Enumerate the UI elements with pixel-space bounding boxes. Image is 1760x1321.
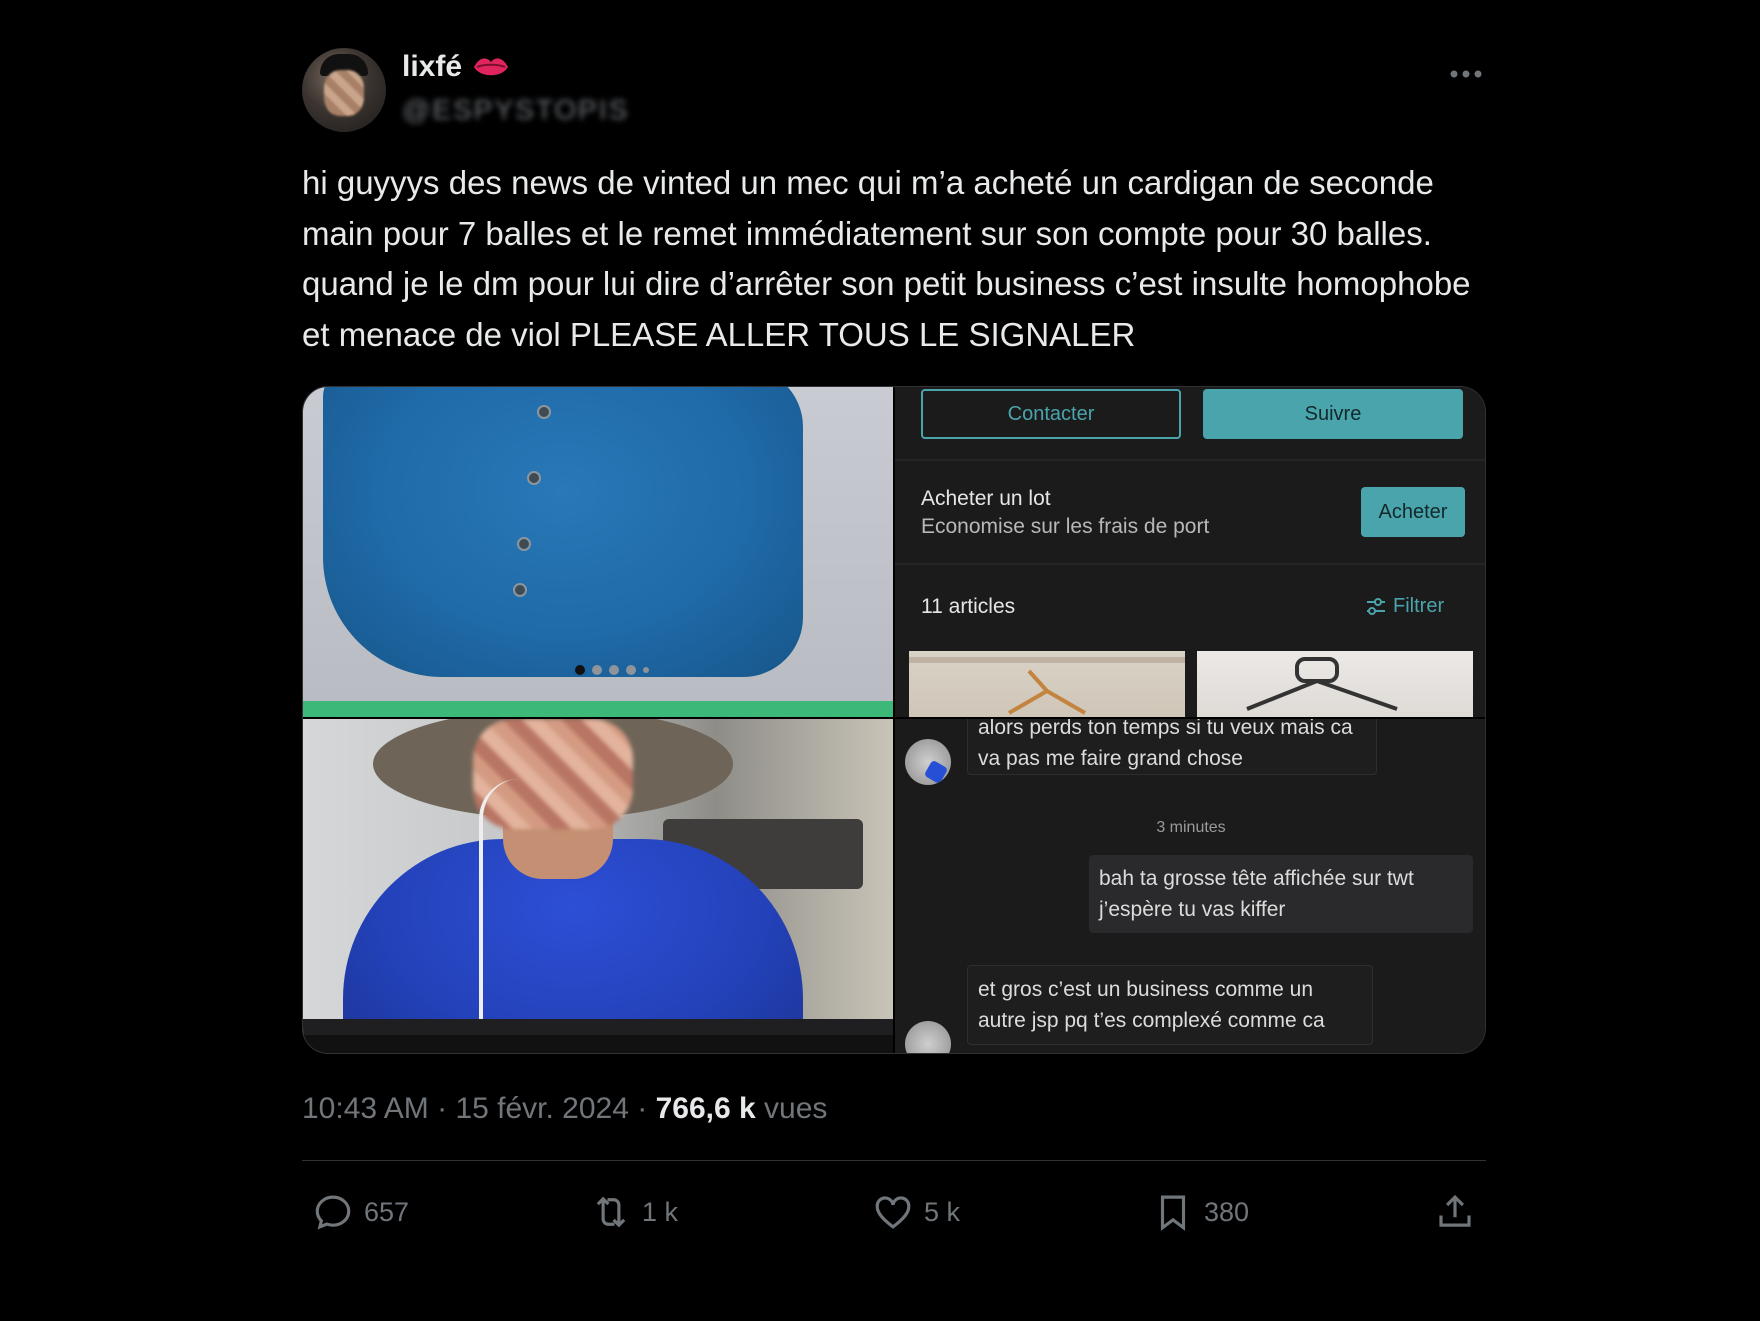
grid-divider: [893, 387, 895, 1053]
chat-message-received: alors perds ton temps si tu veux mais ca…: [967, 719, 1377, 775]
chat-time-label: 3 minutes: [1156, 819, 1226, 836]
chat-avatar: [905, 1021, 951, 1053]
tweet-header: lixfé @ESPYSTOPIS: [302, 40, 1486, 140]
article-thumbnail[interactable]: [1197, 651, 1473, 717]
filter-button[interactable]: Filtrer: [1365, 595, 1444, 618]
tweet-actions: 657 1 k 5 k 380: [302, 1161, 1486, 1271]
author-handle[interactable]: @ESPYSTOPIS: [402, 94, 629, 126]
hanger-image: [1246, 657, 1398, 711]
bookmark-count: 380: [1204, 1196, 1250, 1227]
tweet-time[interactable]: 10:43 AM: [302, 1092, 429, 1125]
buy-button[interactable]: Acheter: [1361, 487, 1465, 537]
more-options-icon[interactable]: [1446, 62, 1486, 86]
earphone-cable: [479, 779, 559, 1035]
tweet-media-grid[interactable]: Contacter Suivre Acheter un lot Economis…: [302, 386, 1486, 1054]
cardigan-button: [527, 471, 541, 485]
views-count: 766,6 k: [655, 1092, 756, 1125]
chat-avatar: [905, 739, 951, 785]
name-row: lixfé: [402, 50, 510, 84]
filter-icon: [1367, 597, 1385, 615]
meta-separator: ·: [628, 1092, 656, 1125]
views-label: vues: [764, 1092, 828, 1125]
green-progress-bar: [303, 701, 893, 717]
meta-separator: ·: [428, 1092, 456, 1125]
tweet-text: hi guyyys des news de vinted un mec qui …: [302, 164, 1471, 353]
cardigan-button: [513, 583, 527, 597]
lips-icon: [474, 58, 509, 76]
share-button[interactable]: [1434, 1191, 1476, 1233]
author-avatar[interactable]: [302, 48, 386, 132]
articles-count: 11 articles: [921, 595, 1016, 618]
tweet-date[interactable]: 15 févr. 2024: [455, 1092, 628, 1125]
cardigan-button: [537, 405, 551, 419]
retweet-button[interactable]: 1 k: [590, 1191, 678, 1233]
hanger-image: [909, 657, 1185, 715]
photo-bottom-strip: [303, 1019, 893, 1035]
carousel-dots: [575, 665, 649, 675]
chat-message-sent: bah ta grosse tête affichée sur twt j’es…: [1089, 855, 1473, 933]
share-icon: [1439, 1194, 1471, 1227]
lot-subtitle: Economise sur les frais de port: [921, 515, 1210, 538]
filter-label: Filtrer: [1393, 595, 1445, 617]
blue-cardigan-image: [323, 387, 803, 677]
chat-message-received: et gros c’est un business comme un autre…: [967, 965, 1373, 1045]
like-button[interactable]: 5 k: [872, 1191, 960, 1233]
bookmark-icon: [1160, 1195, 1186, 1231]
reply-button[interactable]: 657: [312, 1191, 409, 1233]
contact-button[interactable]: Contacter: [921, 389, 1181, 439]
seller-photo[interactable]: [303, 719, 893, 1035]
tweet-metadata: 10:43 AM · 15 févr. 2024 · 766,6 k vues: [302, 1092, 1486, 1126]
article-thumbnail[interactable]: [909, 651, 1185, 717]
bookmark-button[interactable]: 380: [1152, 1191, 1249, 1233]
avatar-blurred-face: [324, 70, 364, 116]
author-display-name[interactable]: lixfé: [402, 50, 462, 84]
reply-count: 657: [364, 1196, 410, 1227]
like-count: 5 k: [924, 1196, 961, 1227]
vinted-chat-panel: alors perds ton temps si tu veux mais ca…: [895, 719, 1485, 1053]
divider: [895, 459, 1485, 461]
reply-icon: [315, 1195, 351, 1230]
cardigan-photo[interactable]: [303, 387, 893, 717]
heart-icon: [875, 1196, 911, 1229]
divider: [895, 563, 1485, 565]
grid-divider: [303, 717, 1485, 719]
cardigan-button: [517, 537, 531, 551]
retweet-icon: [596, 1196, 626, 1228]
retweet-count: 1 k: [642, 1196, 679, 1227]
vinted-profile-panel: Contacter Suivre Acheter un lot Economis…: [895, 387, 1485, 717]
lot-title: Acheter un lot: [921, 487, 1051, 510]
follow-button[interactable]: Suivre: [1203, 389, 1463, 439]
tweet: lixfé @ESPYSTOPIS hi guyyys des news de …: [302, 40, 1486, 1271]
